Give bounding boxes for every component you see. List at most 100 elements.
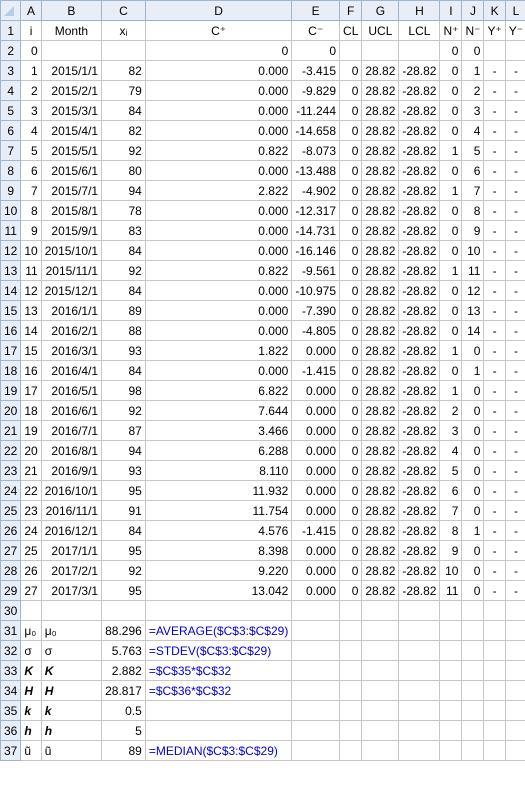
- row-header-12[interactable]: 12: [1, 241, 21, 261]
- cell-7B[interactable]: 2015/5/1: [41, 141, 101, 161]
- col-header-I[interactable]: I: [440, 1, 462, 21]
- cell-32I[interactable]: [440, 641, 462, 661]
- cell-31D[interactable]: =AVERAGE($C$3:$C$29): [145, 621, 292, 641]
- cell-29F[interactable]: 0: [340, 581, 362, 601]
- cell-1B[interactable]: Month: [41, 21, 101, 41]
- cell-13C[interactable]: 92: [102, 261, 146, 281]
- cell-1D[interactable]: C⁺: [145, 21, 292, 41]
- cell-11G[interactable]: 28.82: [362, 221, 399, 241]
- cell-35K[interactable]: [484, 701, 505, 721]
- cell-23H[interactable]: -28.82: [399, 461, 440, 481]
- cell-5C[interactable]: 84: [102, 101, 146, 121]
- cell-9A[interactable]: 7: [21, 181, 41, 201]
- cell-4E[interactable]: -9.829: [292, 81, 340, 101]
- cell-33F[interactable]: [340, 661, 362, 681]
- cell-7I[interactable]: 1: [440, 141, 462, 161]
- cell-27E[interactable]: 0.000: [292, 541, 340, 561]
- cell-4I[interactable]: 0: [440, 81, 462, 101]
- cell-9K[interactable]: -: [484, 181, 505, 201]
- cell-32C[interactable]: 5.763: [102, 641, 146, 661]
- row-header-19[interactable]: 19: [1, 381, 21, 401]
- row-header-25[interactable]: 25: [1, 501, 21, 521]
- col-header-J[interactable]: J: [462, 1, 484, 21]
- cell-34F[interactable]: [340, 681, 362, 701]
- cell-24B[interactable]: 2016/10/1: [41, 481, 101, 501]
- cell-36E[interactable]: [292, 721, 340, 741]
- cell-13E[interactable]: -9.561: [292, 261, 340, 281]
- cell-29E[interactable]: 0.000: [292, 581, 340, 601]
- cell-23F[interactable]: 0: [340, 461, 362, 481]
- cell-8B[interactable]: 2015/6/1: [41, 161, 101, 181]
- cell-33B[interactable]: K: [41, 661, 101, 681]
- cell-8K[interactable]: -: [484, 161, 505, 181]
- cell-25B[interactable]: 2016/11/1: [41, 501, 101, 521]
- cell-2L[interactable]: [505, 41, 525, 61]
- cell-32H[interactable]: [399, 641, 440, 661]
- cell-7E[interactable]: -8.073: [292, 141, 340, 161]
- col-header-H[interactable]: H: [399, 1, 440, 21]
- cell-3A[interactable]: 1: [21, 61, 41, 81]
- cell-14E[interactable]: -10.975: [292, 281, 340, 301]
- cell-2K[interactable]: [484, 41, 505, 61]
- cell-17J[interactable]: 0: [462, 341, 484, 361]
- cell-16C[interactable]: 88: [102, 321, 146, 341]
- cell-31G[interactable]: [362, 621, 399, 641]
- cell-10E[interactable]: -12.317: [292, 201, 340, 221]
- cell-11L[interactable]: -: [505, 221, 525, 241]
- cell-3C[interactable]: 82: [102, 61, 146, 81]
- row-header-9[interactable]: 9: [1, 181, 21, 201]
- cell-33C[interactable]: 2.882: [102, 661, 146, 681]
- cell-24C[interactable]: 95: [102, 481, 146, 501]
- col-header-K[interactable]: K: [484, 1, 505, 21]
- cell-13I[interactable]: 1: [440, 261, 462, 281]
- cell-8I[interactable]: 0: [440, 161, 462, 181]
- cell-37H[interactable]: [399, 741, 440, 761]
- row-header-33[interactable]: 33: [1, 661, 21, 681]
- cell-21E[interactable]: 0.000: [292, 421, 340, 441]
- cell-2A[interactable]: 0: [21, 41, 41, 61]
- cell-13L[interactable]: -: [505, 261, 525, 281]
- cell-5A[interactable]: 3: [21, 101, 41, 121]
- cell-35F[interactable]: [340, 701, 362, 721]
- cell-16E[interactable]: -4.805: [292, 321, 340, 341]
- cell-8L[interactable]: -: [505, 161, 525, 181]
- cell-26C[interactable]: 84: [102, 521, 146, 541]
- row-header-16[interactable]: 16: [1, 321, 21, 341]
- cell-30C[interactable]: [102, 601, 146, 621]
- cell-15J[interactable]: 13: [462, 301, 484, 321]
- cell-6D[interactable]: 0.000: [145, 121, 292, 141]
- cell-14A[interactable]: 12: [21, 281, 41, 301]
- cell-26E[interactable]: -1.415: [292, 521, 340, 541]
- cell-25H[interactable]: -28.82: [399, 501, 440, 521]
- cell-15A[interactable]: 13: [21, 301, 41, 321]
- cell-18B[interactable]: 2016/4/1: [41, 361, 101, 381]
- cell-37L[interactable]: [505, 741, 525, 761]
- cell-24L[interactable]: -: [505, 481, 525, 501]
- cell-32D[interactable]: =STDEV($C$3:$C$29): [145, 641, 292, 661]
- row-header-23[interactable]: 23: [1, 461, 21, 481]
- cell-10C[interactable]: 78: [102, 201, 146, 221]
- cell-26F[interactable]: 0: [340, 521, 362, 541]
- cell-30J[interactable]: [462, 601, 484, 621]
- cell-25K[interactable]: -: [484, 501, 505, 521]
- cell-15C[interactable]: 89: [102, 301, 146, 321]
- cell-8D[interactable]: 0.000: [145, 161, 292, 181]
- cell-23B[interactable]: 2016/9/1: [41, 461, 101, 481]
- cell-21L[interactable]: -: [505, 421, 525, 441]
- cell-35C[interactable]: 0.5: [102, 701, 146, 721]
- cell-2J[interactable]: 0: [462, 41, 484, 61]
- cell-7J[interactable]: 5: [462, 141, 484, 161]
- row-header-27[interactable]: 27: [1, 541, 21, 561]
- cell-10K[interactable]: -: [484, 201, 505, 221]
- cell-34L[interactable]: [505, 681, 525, 701]
- cell-4F[interactable]: 0: [340, 81, 362, 101]
- cell-17H[interactable]: -28.82: [399, 341, 440, 361]
- cell-32L[interactable]: [505, 641, 525, 661]
- cell-29L[interactable]: -: [505, 581, 525, 601]
- cell-35L[interactable]: [505, 701, 525, 721]
- cell-3K[interactable]: -: [484, 61, 505, 81]
- cell-28H[interactable]: -28.82: [399, 561, 440, 581]
- col-header-D[interactable]: D: [145, 1, 292, 21]
- cell-16L[interactable]: -: [505, 321, 525, 341]
- cell-20D[interactable]: 7.644: [145, 401, 292, 421]
